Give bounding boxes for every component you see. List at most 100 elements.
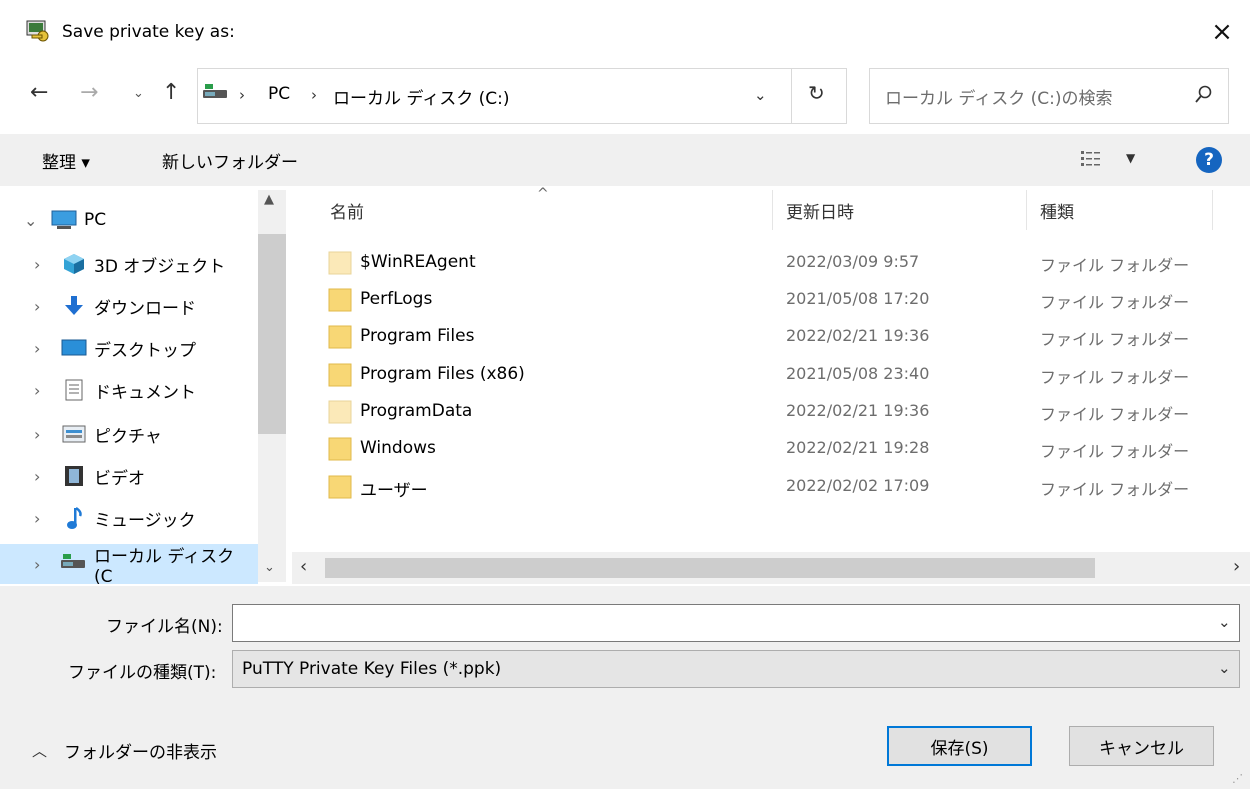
filetype-dropdown-icon[interactable]: ⌄ xyxy=(1218,659,1231,677)
sort-ascending-icon: ^ xyxy=(537,186,549,202)
column-separator[interactable] xyxy=(1212,190,1213,230)
file-type: ファイル フォルダー xyxy=(1040,405,1190,424)
chevron-right-icon[interactable]: › xyxy=(34,297,52,316)
search-input[interactable]: ローカル ディスク (C:)の検索 xyxy=(885,84,1112,109)
nav-item-documents[interactable]: › ドキュメント xyxy=(0,370,262,410)
nav-item-downloads[interactable]: › ダウンロード xyxy=(0,286,262,326)
chevron-right-icon[interactable]: › xyxy=(34,255,52,274)
chevron-right-icon[interactable]: › xyxy=(34,425,52,444)
file-type: ファイル フォルダー xyxy=(1040,330,1190,349)
nav-item-3d-objects[interactable]: › 3D オブジェクト xyxy=(0,244,262,284)
breadcrumb-pc[interactable]: PC xyxy=(268,84,290,104)
address-dropdown-icon[interactable]: ⌄ xyxy=(754,86,767,104)
column-separator[interactable] xyxy=(772,190,773,230)
file-type: ファイル フォルダー xyxy=(1040,368,1190,387)
file-row[interactable]: $WinREAgent 2022/03/09 9:57 ファイル フォルダー xyxy=(320,244,1200,282)
breadcrumb-local-disk[interactable]: ローカル ディスク (C:) xyxy=(333,84,509,109)
file-type: ファイル フォルダー xyxy=(1040,293,1190,312)
refresh-icon[interactable]: ↻ xyxy=(808,81,825,105)
filename-field[interactable] xyxy=(232,604,1240,642)
organize-button[interactable]: 整理 ▾ xyxy=(42,148,90,173)
filetype-value: PuTTY Private Key Files (*.ppk) xyxy=(242,659,502,679)
nav-item-label: 3D オブジェクト xyxy=(94,256,226,277)
chevron-right-icon[interactable]: › xyxy=(34,467,52,486)
download-icon xyxy=(60,294,88,318)
scroll-left-icon[interactable]: ‹ xyxy=(300,556,307,577)
column-header-name[interactable]: 名前 xyxy=(330,198,364,223)
chevron-up-icon[interactable]: ︿ xyxy=(32,740,47,761)
folder-icon xyxy=(328,399,352,430)
file-name: PerfLogs xyxy=(360,289,433,309)
putty-key-icon xyxy=(24,18,50,44)
chevron-right-icon[interactable]: › xyxy=(34,509,52,528)
column-header-date[interactable]: 更新日時 xyxy=(786,198,854,223)
file-type: ファイル フォルダー xyxy=(1040,442,1190,461)
nav-item-label: PC xyxy=(84,210,107,230)
scroll-right-icon[interactable]: › xyxy=(1233,556,1240,577)
save-button[interactable]: 保存(S) xyxy=(887,726,1032,766)
file-row[interactable]: ProgramData 2022/02/21 19:36 ファイル フォルダー xyxy=(320,393,1200,431)
pc-icon xyxy=(50,208,78,232)
view-dropdown-icon[interactable]: ▼ xyxy=(1126,151,1135,165)
file-date: 2021/05/08 17:20 xyxy=(786,289,930,308)
file-row[interactable]: Program Files (x86) 2021/05/08 23:40 ファイ… xyxy=(320,356,1200,394)
new-folder-button[interactable]: 新しいフォルダー xyxy=(162,148,298,173)
file-row[interactable]: ユーザー 2022/02/02 17:09 ファイル フォルダー xyxy=(320,468,1200,506)
address-separator xyxy=(791,68,792,124)
nav-item-local-disk[interactable]: › ローカル ディスク (C xyxy=(0,544,258,587)
file-date: 2022/02/21 19:28 xyxy=(786,438,930,457)
nav-scrollbar-thumb[interactable] xyxy=(258,234,286,434)
file-date: 2022/02/21 19:36 xyxy=(786,326,930,345)
filename-dropdown-icon[interactable]: ⌄ xyxy=(1218,613,1231,631)
close-button[interactable]: × xyxy=(1204,14,1240,50)
nav-item-videos[interactable]: › ビデオ xyxy=(0,456,262,496)
scroll-down-icon[interactable]: ⌄ xyxy=(264,560,275,575)
recent-chevron-icon[interactable]: ⌄ xyxy=(133,86,144,101)
nav-item-desktop[interactable]: › デスクトップ xyxy=(0,328,262,368)
filename-label: ファイル名(N): xyxy=(106,617,223,637)
search-icon[interactable] xyxy=(1195,84,1213,109)
file-date: 2022/02/02 17:09 xyxy=(786,476,930,495)
view-options-icon[interactable] xyxy=(1081,150,1103,173)
nav-item-pc[interactable]: ⌄ PC xyxy=(0,200,262,240)
chevron-down-icon[interactable]: ⌄ xyxy=(24,211,42,230)
folder-icon xyxy=(328,362,352,393)
horizontal-scrollbar-thumb[interactable] xyxy=(325,558,1095,578)
breadcrumb-separator-icon: › xyxy=(311,86,317,104)
3d-objects-icon xyxy=(60,252,88,276)
hide-folders-button[interactable]: フォルダーの非表示 xyxy=(64,738,217,763)
file-row[interactable]: PerfLogs 2021/05/08 17:20 ファイル フォルダー xyxy=(320,281,1200,319)
nav-item-music[interactable]: › ミュージック xyxy=(0,498,262,538)
file-row[interactable]: Windows 2022/02/21 19:28 ファイル フォルダー xyxy=(320,430,1200,468)
music-icon xyxy=(60,506,88,530)
file-name: Windows xyxy=(360,438,436,458)
chevron-right-icon[interactable]: › xyxy=(34,339,52,358)
nav-item-label: ミュージック xyxy=(94,510,196,531)
cancel-button[interactable]: キャンセル xyxy=(1069,726,1214,766)
help-icon[interactable]: ? xyxy=(1196,147,1222,173)
address-bar[interactable] xyxy=(197,68,847,124)
document-icon xyxy=(60,378,88,402)
up-arrow-icon[interactable]: ↑ xyxy=(162,80,180,105)
nav-item-label: ピクチャ xyxy=(94,426,162,447)
file-type: ファイル フォルダー xyxy=(1040,480,1190,499)
file-name: Program Files xyxy=(360,326,475,346)
local-disk-icon xyxy=(203,84,229,104)
column-header-type[interactable]: 種類 xyxy=(1040,198,1074,223)
chevron-right-icon[interactable]: › xyxy=(34,381,52,400)
file-name: $WinREAgent xyxy=(360,252,476,272)
nav-item-pictures[interactable]: › ピクチャ xyxy=(0,414,262,454)
resize-grip-icon[interactable]: ⋰ xyxy=(1232,772,1243,785)
forward-arrow-icon[interactable]: → xyxy=(80,80,98,105)
file-name: ユーザー xyxy=(360,481,428,501)
file-date: 2021/05/08 23:40 xyxy=(786,364,930,383)
pictures-icon xyxy=(60,422,88,446)
nav-item-label: デスクトップ xyxy=(94,340,196,361)
column-separator[interactable] xyxy=(1026,190,1027,230)
file-row[interactable]: Program Files 2022/02/21 19:36 ファイル フォルダ… xyxy=(320,318,1200,356)
scroll-up-icon[interactable]: ▲ xyxy=(264,192,274,207)
file-date: 2022/03/09 9:57 xyxy=(786,252,920,271)
chevron-right-icon[interactable]: › xyxy=(34,555,52,574)
nav-item-label: ダウンロード xyxy=(94,298,196,319)
back-arrow-icon[interactable]: ← xyxy=(30,80,48,105)
